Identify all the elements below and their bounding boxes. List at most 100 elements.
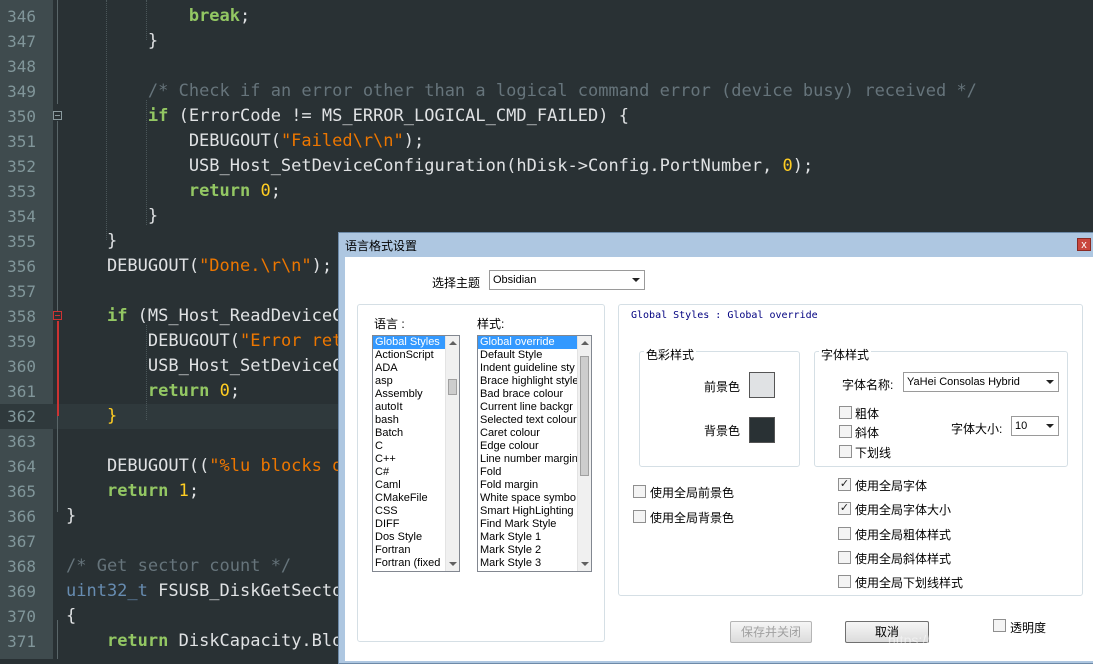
list-item[interactable]: Caret colour [478, 427, 591, 440]
style-listbox[interactable]: Global override Default Style Indent guide… [477, 335, 592, 572]
line-number: 371 [7, 632, 36, 651]
use-global-underline-checkbox[interactable] [838, 575, 851, 588]
line-number: 367 [7, 532, 36, 551]
close-button[interactable]: x [1077, 238, 1091, 251]
code-token: } [66, 31, 159, 51]
background-label: 背景色 [704, 424, 741, 438]
list-item[interactable]: Fold margin [478, 479, 591, 492]
font-style-group: 字体样式 字体名称: YaHei Consolas Hybrid 粗体 斜体 下… [814, 346, 1068, 467]
transparency-checkbox[interactable] [993, 619, 1006, 632]
code-token: 1 [178, 481, 189, 501]
code-text: } [66, 204, 158, 229]
code-line[interactable]: 354 } [0, 204, 1093, 229]
code-line[interactable]: 351 DEBUGOUT("Failed\r\n"); [0, 129, 1093, 154]
code-line[interactable]: 346 break; [0, 4, 1093, 29]
language-scrollbar[interactable] [445, 336, 459, 571]
background-color-swatch[interactable] [749, 417, 775, 443]
fold-line [57, 0, 58, 104]
list-item[interactable]: Mark Style 2 [478, 544, 591, 557]
theme-select[interactable]: Obsidian [489, 270, 645, 290]
scroll-thumb[interactable] [448, 379, 457, 395]
code-token: USB_Host_SetDeviceConfiguration(hDisk->C… [66, 156, 783, 176]
code-line[interactable]: 350 if (ErrorCode != MS_ERROR_LOGICAL_CM… [0, 104, 1093, 129]
dialog-client: 选择主题 Obsidian 语言 : 样式: Global Styles Acti… [345, 257, 1093, 661]
list-item[interactable]: Current line backgr [478, 401, 591, 414]
line-number: 362 [7, 407, 36, 426]
indent-guide [146, 100, 147, 225]
foreground-color-swatch[interactable] [749, 372, 775, 398]
scroll-thumb[interactable] [580, 356, 589, 476]
font-name-select[interactable]: YaHei Consolas Hybrid [903, 372, 1059, 392]
scroll-down-icon[interactable] [581, 562, 589, 566]
use-global-font-checkbox[interactable]: ✓ [838, 478, 851, 491]
fold-toggle-icon[interactable] [53, 311, 62, 320]
style-label: 样式: [477, 317, 505, 331]
fold-toggle-icon[interactable] [53, 111, 62, 120]
italic-checkbox[interactable] [839, 425, 852, 438]
language-label: 语言 : [374, 317, 405, 331]
code-line[interactable]: 349 /* Check if an error other than a lo… [0, 79, 1093, 104]
line-number: 351 [7, 132, 36, 151]
code-token: 0 [219, 381, 230, 401]
list-item[interactable]: Default Style [478, 349, 591, 362]
code-line[interactable]: 347 } [0, 29, 1093, 54]
code-line[interactable]: 353 return 0; [0, 179, 1093, 204]
code-token: USB_Host_SetDeviceC [66, 356, 343, 376]
list-item[interactable]: Find Mark Style [478, 518, 591, 531]
code-text: return 0; [66, 379, 240, 404]
style-details-panel: 色彩样式 前景色 背景色 Global Styles : Global over… [618, 304, 1083, 596]
dialog-title: 语言格式设置 [345, 239, 418, 253]
list-item[interactable]: Line number margin [478, 453, 591, 466]
code-line[interactable]: 348 [0, 54, 1093, 79]
list-item[interactable]: Selected text colour [478, 414, 591, 427]
code-text: return DiskCapacity.Blo [66, 629, 342, 654]
list-item[interactable]: Fold [478, 466, 591, 479]
save-and-close-button[interactable]: 保存并关闭 [730, 621, 812, 643]
list-item[interactable]: Bad brace colour [478, 388, 591, 401]
line-number: 359 [7, 332, 36, 351]
line-number: 348 [7, 57, 36, 76]
use-global-underline-label: 使用全局下划线样式 [855, 576, 964, 590]
list-item[interactable]: Edge colour [478, 440, 591, 453]
code-token: break [188, 6, 241, 26]
use-global-bold-checkbox[interactable] [838, 527, 851, 540]
use-global-bg-label: 使用全局背景色 [650, 511, 735, 525]
code-token: } [66, 406, 118, 426]
list-item[interactable]: Brace highlight style [478, 375, 591, 388]
code-token: 0 [782, 156, 793, 176]
indent-guide [106, 0, 107, 240]
code-token: ); [403, 131, 425, 151]
code-text: } [66, 29, 158, 54]
use-global-font-size-checkbox[interactable]: ✓ [838, 502, 851, 515]
code-text: USB_Host_SetDeviceConfiguration(hDisk->C… [66, 154, 813, 179]
list-item[interactable]: Mark Style 3 [478, 557, 591, 570]
code-text: DEBUGOUT("Done.\r\n"); [66, 254, 332, 279]
underline-checkbox[interactable] [839, 445, 852, 458]
list-item[interactable]: Smart HighLighting [478, 505, 591, 518]
style-scrollbar[interactable] [577, 336, 591, 571]
use-global-fg-checkbox[interactable] [633, 485, 646, 498]
dialog-titlebar[interactable]: 语言格式设置 x [339, 233, 1093, 255]
style-header: Global Styles : Global override [631, 310, 818, 321]
list-item[interactable]: Indent guideline sty [478, 362, 591, 375]
list-item[interactable]: Mark Style 1 [478, 531, 591, 544]
use-global-italic-checkbox[interactable] [838, 551, 851, 564]
language-listbox[interactable]: Global Styles ActionScript ADA asp Assembly a… [372, 335, 460, 572]
code-token: return [106, 481, 169, 501]
scroll-up-icon[interactable] [581, 341, 589, 345]
font-size-select[interactable]: 10 [1011, 416, 1059, 436]
list-item[interactable]: White space symbo [478, 492, 591, 505]
code-line[interactable]: 352 USB_Host_SetDeviceConfiguration(hDis… [0, 154, 1093, 179]
scroll-up-icon[interactable] [449, 341, 457, 345]
use-global-bg-checkbox[interactable] [633, 510, 646, 523]
list-item[interactable]: Global override [478, 336, 591, 349]
code-token: ; [188, 481, 200, 501]
code-token: "Done.\r\n" [199, 256, 312, 276]
scroll-down-icon[interactable] [449, 562, 457, 566]
line-number: 365 [7, 482, 36, 501]
bold-checkbox[interactable] [839, 406, 852, 419]
style-items[interactable]: Global override Default Style Indent guide… [478, 336, 591, 570]
